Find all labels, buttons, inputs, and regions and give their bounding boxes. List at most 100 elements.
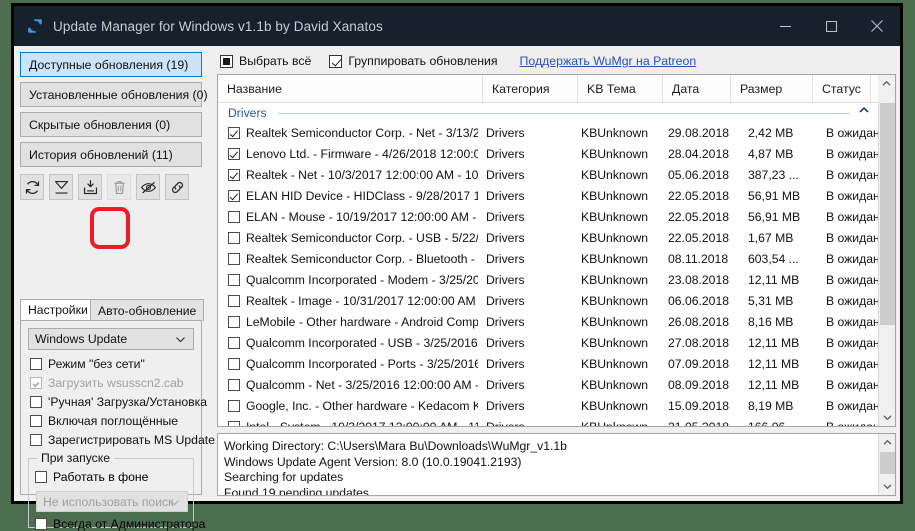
title-bar[interactable]: Update Manager for Windows v1.1b by Davi… <box>14 6 900 46</box>
cell-size: 12,11 MB <box>748 378 800 392</box>
column-header-kb[interactable]: KB Тема <box>578 75 663 102</box>
install-button[interactable] <box>78 174 102 200</box>
table-row[interactable]: ELAN HID Device - HIDClass - 9/28/2017 1… <box>218 186 878 207</box>
checkbox-run-in-background[interactable]: Работать в фоне <box>35 470 148 484</box>
row-checkbox[interactable] <box>228 295 240 307</box>
cell-size: 12,11 MB <box>748 357 800 371</box>
column-header-name[interactable]: Название <box>218 75 483 102</box>
chevron-down-icon <box>175 334 186 348</box>
checkbox-box <box>30 415 42 427</box>
table-row[interactable]: LeMobile - Other hardware - Android Comp… <box>218 312 878 333</box>
list-scroll-up-region[interactable] <box>878 75 895 102</box>
cell-kb: KBUnknown <box>581 399 649 413</box>
column-header-date[interactable]: Дата <box>663 75 731 102</box>
checkbox-label: Всегда от Администратора <box>53 517 206 531</box>
cell-kb: KBUnknown <box>581 168 649 182</box>
row-checkbox[interactable] <box>228 421 240 426</box>
table-row[interactable]: Qualcomm Incorporated - USB - 3/25/2016 … <box>218 333 878 354</box>
row-checkbox[interactable] <box>228 190 240 202</box>
refresh-button[interactable] <box>20 174 44 200</box>
sidebar-item-available-updates[interactable]: Доступные обновления (19) <box>20 52 202 77</box>
chevron-down-icon[interactable] <box>879 478 895 495</box>
row-checkbox[interactable] <box>228 274 240 286</box>
cell-kb: KBUnknown <box>581 231 649 245</box>
table-row[interactable]: Lenovo Ltd. - Firmware - 4/26/2018 12:00… <box>218 144 878 165</box>
checkbox-include-superseded[interactable]: Включая поглощённые <box>30 414 178 428</box>
table-row[interactable]: Realtek Semiconductor Corp. - USB - 5/22… <box>218 228 878 249</box>
uninstall-button[interactable] <box>107 174 131 200</box>
table-row[interactable]: Realtek - Image - 10/31/2017 12:00:00 AM… <box>218 291 878 312</box>
scrollbar-thumb[interactable] <box>880 103 895 325</box>
link-button[interactable] <box>165 174 189 200</box>
checkbox-register-ms-update[interactable]: Зарегистрировать MS Update <box>30 433 215 447</box>
cell-kb: KBUnknown <box>581 378 649 392</box>
sidebar-item-installed-updates[interactable]: Установленные обновления (0) <box>20 82 208 107</box>
tab-settings[interactable]: Настройки <box>20 299 96 321</box>
sidebar-item-label: Доступные обновления (19) <box>29 57 189 72</box>
close-button[interactable] <box>854 6 900 46</box>
row-checkbox[interactable] <box>228 400 240 412</box>
table-row[interactable]: Qualcomm - Net - 3/25/2016 12:00:00 AM -… <box>218 375 878 396</box>
column-header-size[interactable]: Размер <box>731 75 813 102</box>
row-checkbox[interactable] <box>228 232 240 244</box>
table-row[interactable]: Realtek - Net - 10/3/2017 12:00:00 AM - … <box>218 165 878 186</box>
scrollbar-thumb[interactable] <box>880 452 895 474</box>
updates-list[interactable]: Название Категория KB Тема Дата Размер С… <box>217 74 896 427</box>
tab-auto-update[interactable]: Авто-обновление <box>90 299 205 321</box>
row-checkbox[interactable] <box>228 127 240 139</box>
sidebar-item-hidden-updates[interactable]: Скрытые обновления (0) <box>20 112 202 137</box>
group-updates-checkbox[interactable]: Группировать обновления <box>329 54 498 68</box>
chevron-up-icon[interactable] <box>879 434 895 451</box>
list-header: Название Категория KB Тема Дата Размер С… <box>218 75 895 103</box>
table-row[interactable]: Qualcomm Incorporated - Modem - 3/25/201… <box>218 270 878 291</box>
minimize-button[interactable] <box>762 6 808 46</box>
row-checkbox[interactable] <box>228 169 240 181</box>
window-title: Update Manager for Windows v1.1b by Davi… <box>53 18 383 34</box>
checkbox-manual-download-install[interactable]: 'Ручная' Загрузка/Установка <box>30 395 207 409</box>
log-panel[interactable]: Working Directory: C:\Users\Mara Bu\Down… <box>217 433 896 496</box>
checkbox-offline-mode[interactable]: Режим "без сети" <box>30 357 145 371</box>
chevron-down-icon[interactable] <box>879 409 895 426</box>
chevron-up-icon[interactable] <box>878 75 895 92</box>
checkbox-download-wsusscn2[interactable]: Загрузить wsusscn2.cab <box>30 376 184 390</box>
chevron-up-icon[interactable] <box>859 105 869 118</box>
cell-date: 28.04.2018 <box>668 147 729 161</box>
table-row[interactable]: ELAN - Mouse - 10/19/2017 12:00:00 AM - … <box>218 207 878 228</box>
cell-date: 23.08.2018 <box>668 273 729 287</box>
list-vertical-scrollbar[interactable] <box>878 102 895 426</box>
row-checkbox[interactable] <box>228 358 240 370</box>
group-header-drivers[interactable]: Drivers <box>218 102 878 123</box>
startup-search-select[interactable]: Не использовать поиск <box>36 491 188 512</box>
select-all-checkbox[interactable]: Выбрать всё <box>220 54 311 68</box>
checkbox-always-as-admin[interactable]: Всегда от Администратора <box>35 517 205 531</box>
row-checkbox[interactable] <box>228 253 240 265</box>
table-row[interactable]: Qualcomm Incorporated - Ports - 3/25/201… <box>218 354 878 375</box>
table-row[interactable]: Realtek Semiconductor Corp. - Net - 3/13… <box>218 123 878 144</box>
row-checkbox[interactable] <box>228 379 240 391</box>
cell-size: 12,11 MB <box>748 273 800 287</box>
maximize-button[interactable] <box>808 6 854 46</box>
hide-button[interactable] <box>136 174 160 200</box>
trash-icon <box>113 180 125 194</box>
cell-category: Drivers <box>486 189 525 203</box>
row-checkbox[interactable] <box>228 337 240 349</box>
cell-date: 08.09.2018 <box>668 378 729 392</box>
row-checkbox[interactable] <box>228 316 240 328</box>
install-icon <box>83 179 97 194</box>
column-header-status[interactable]: Статус <box>813 75 871 102</box>
log-vertical-scrollbar[interactable] <box>878 434 895 495</box>
sidebar-item-update-history[interactable]: История обновлений (11) <box>20 142 202 167</box>
table-row[interactable]: Intel - System - 10/3/2017 12:00:00 AM -… <box>218 417 878 426</box>
cell-kb: KBUnknown <box>581 189 649 203</box>
row-checkbox[interactable] <box>228 211 240 223</box>
download-button[interactable] <box>49 174 73 200</box>
cell-name: Intel - System - 10/3/2017 12:00:00 AM -… <box>246 420 478 426</box>
update-source-select[interactable]: Windows Update <box>28 328 194 350</box>
table-row[interactable]: Realtek Semiconductor Corp. - Bluetooth … <box>218 249 878 270</box>
cell-name: Realtek - Net - 10/3/2017 12:00:00 AM - … <box>246 168 478 182</box>
sidebar-item-label: Скрытые обновления (0) <box>29 117 171 132</box>
patreon-link[interactable]: Поддержать WuMgr на Patreon <box>520 54 697 68</box>
column-header-category[interactable]: Категория <box>483 75 578 102</box>
table-row[interactable]: Google, Inc. - Other hardware - Kedacom … <box>218 396 878 417</box>
row-checkbox[interactable] <box>228 148 240 160</box>
